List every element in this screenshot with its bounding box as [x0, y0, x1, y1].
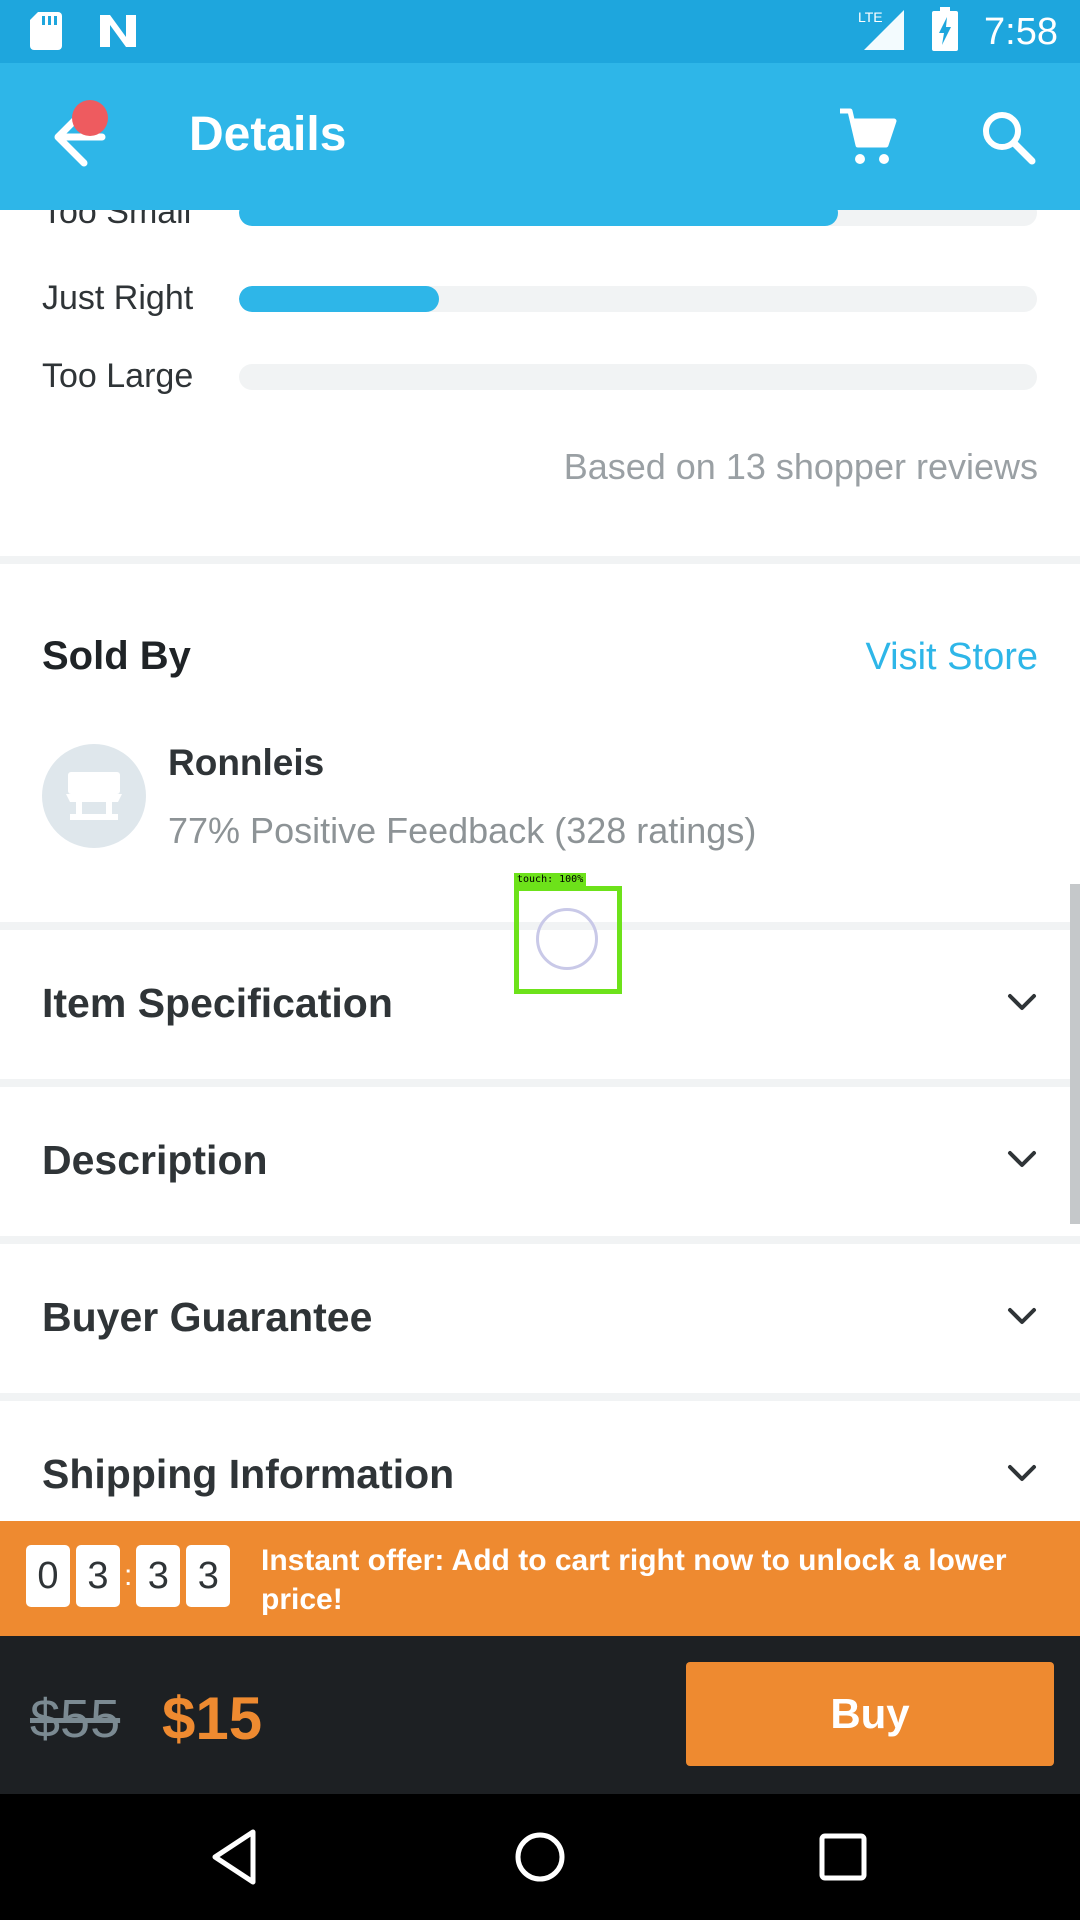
- touch-indicator-circle: [536, 908, 598, 970]
- countdown-digit: 3: [186, 1545, 231, 1607]
- buy-button[interactable]: Buy: [686, 1662, 1054, 1766]
- section-buyer-guarantee[interactable]: Buyer Guarantee: [0, 1244, 1080, 1393]
- visit-store-link[interactable]: Visit Store: [866, 636, 1038, 679]
- lte-signal-icon: LTE: [858, 6, 906, 57]
- notification-dot: [72, 100, 108, 136]
- section-divider: [0, 1393, 1080, 1401]
- app-bar: Details: [0, 63, 1080, 210]
- search-icon: [983, 112, 1036, 165]
- seller-feedback: 77% Positive Feedback (328 ratings): [168, 810, 757, 851]
- chevron-down-icon: [1008, 1151, 1036, 1167]
- page-title: Details: [189, 108, 347, 161]
- recents-square-icon: [819, 1833, 867, 1881]
- nav-recents-button[interactable]: [810, 1824, 876, 1890]
- search-button[interactable]: [978, 107, 1038, 167]
- purchase-bar: $55 $15 Buy: [0, 1636, 1080, 1794]
- svg-text:LTE: LTE: [858, 9, 883, 25]
- cart-button[interactable]: [838, 107, 898, 167]
- section-label: Description: [42, 1137, 268, 1183]
- seller-name[interactable]: Ronnleis: [168, 742, 324, 784]
- section-shipping-information[interactable]: Shipping Information: [0, 1401, 1080, 1521]
- sale-price: $15: [162, 1685, 263, 1752]
- countdown-timer: 0 3 : 3 3: [26, 1545, 236, 1607]
- countdown-separator: :: [124, 1559, 133, 1592]
- section-divider: [0, 1236, 1080, 1244]
- cart-icon: [840, 108, 897, 164]
- store-avatar[interactable]: [42, 744, 146, 848]
- nav-home-button[interactable]: [507, 1824, 573, 1890]
- section-label: Item Specification: [42, 980, 393, 1026]
- store-icon: [66, 772, 122, 820]
- sold-by-title: Sold By: [42, 634, 191, 678]
- section-divider: [0, 556, 1080, 564]
- scrollbar[interactable]: [1070, 884, 1080, 1224]
- section-divider: [0, 1079, 1080, 1087]
- instant-offer-banner[interactable]: 0 3 : 3 3 Instant offer: Add to cart rig…: [0, 1521, 1080, 1636]
- section-label: Shipping Information: [42, 1451, 455, 1497]
- sd-card-icon: [30, 12, 62, 55]
- status-bar: LTE 7:58: [0, 0, 1080, 63]
- section-description[interactable]: Description: [0, 1087, 1080, 1236]
- fit-row-too-large: Too Large: [42, 356, 1038, 396]
- touch-indicator-label: touch: 100%: [514, 873, 587, 887]
- fit-row-too-small: Too Small: [42, 210, 1038, 232]
- countdown-digit: 3: [76, 1545, 120, 1607]
- status-time: 7:58: [984, 10, 1058, 53]
- original-price: $55: [30, 1689, 121, 1749]
- review-count-text: Based on 13 shopper reviews: [563, 446, 1038, 487]
- chevron-down-icon: [1008, 994, 1036, 1010]
- battery-charging-icon: [932, 7, 959, 56]
- system-nav-bar: [0, 1794, 1080, 1920]
- fit-label: Too Small: [42, 210, 192, 231]
- fit-label: Too Large: [42, 357, 194, 395]
- chevron-down-icon: [1008, 1465, 1036, 1481]
- n-logo-icon: [98, 13, 138, 54]
- offer-text: Instant offer: Add to cart right now to …: [261, 1544, 1007, 1616]
- chevron-down-icon: [1008, 1308, 1036, 1324]
- countdown-digit: 0: [26, 1545, 70, 1607]
- back-triangle-icon: [212, 1829, 256, 1885]
- fit-label: Just Right: [42, 279, 194, 317]
- section-label: Buyer Guarantee: [42, 1294, 373, 1340]
- home-circle-icon: [515, 1832, 565, 1882]
- fit-track: [239, 364, 1037, 390]
- nav-back-button[interactable]: [203, 1824, 269, 1890]
- details-content[interactable]: Too Small Just Right Too Large Based on …: [0, 210, 1080, 1521]
- fit-track: [239, 210, 1037, 226]
- fit-track: [239, 286, 1037, 312]
- fit-fill: [239, 210, 838, 226]
- fit-fill: [239, 286, 439, 312]
- fit-row-just-right: Just Right: [42, 278, 1038, 318]
- countdown-digit: 3: [136, 1545, 181, 1607]
